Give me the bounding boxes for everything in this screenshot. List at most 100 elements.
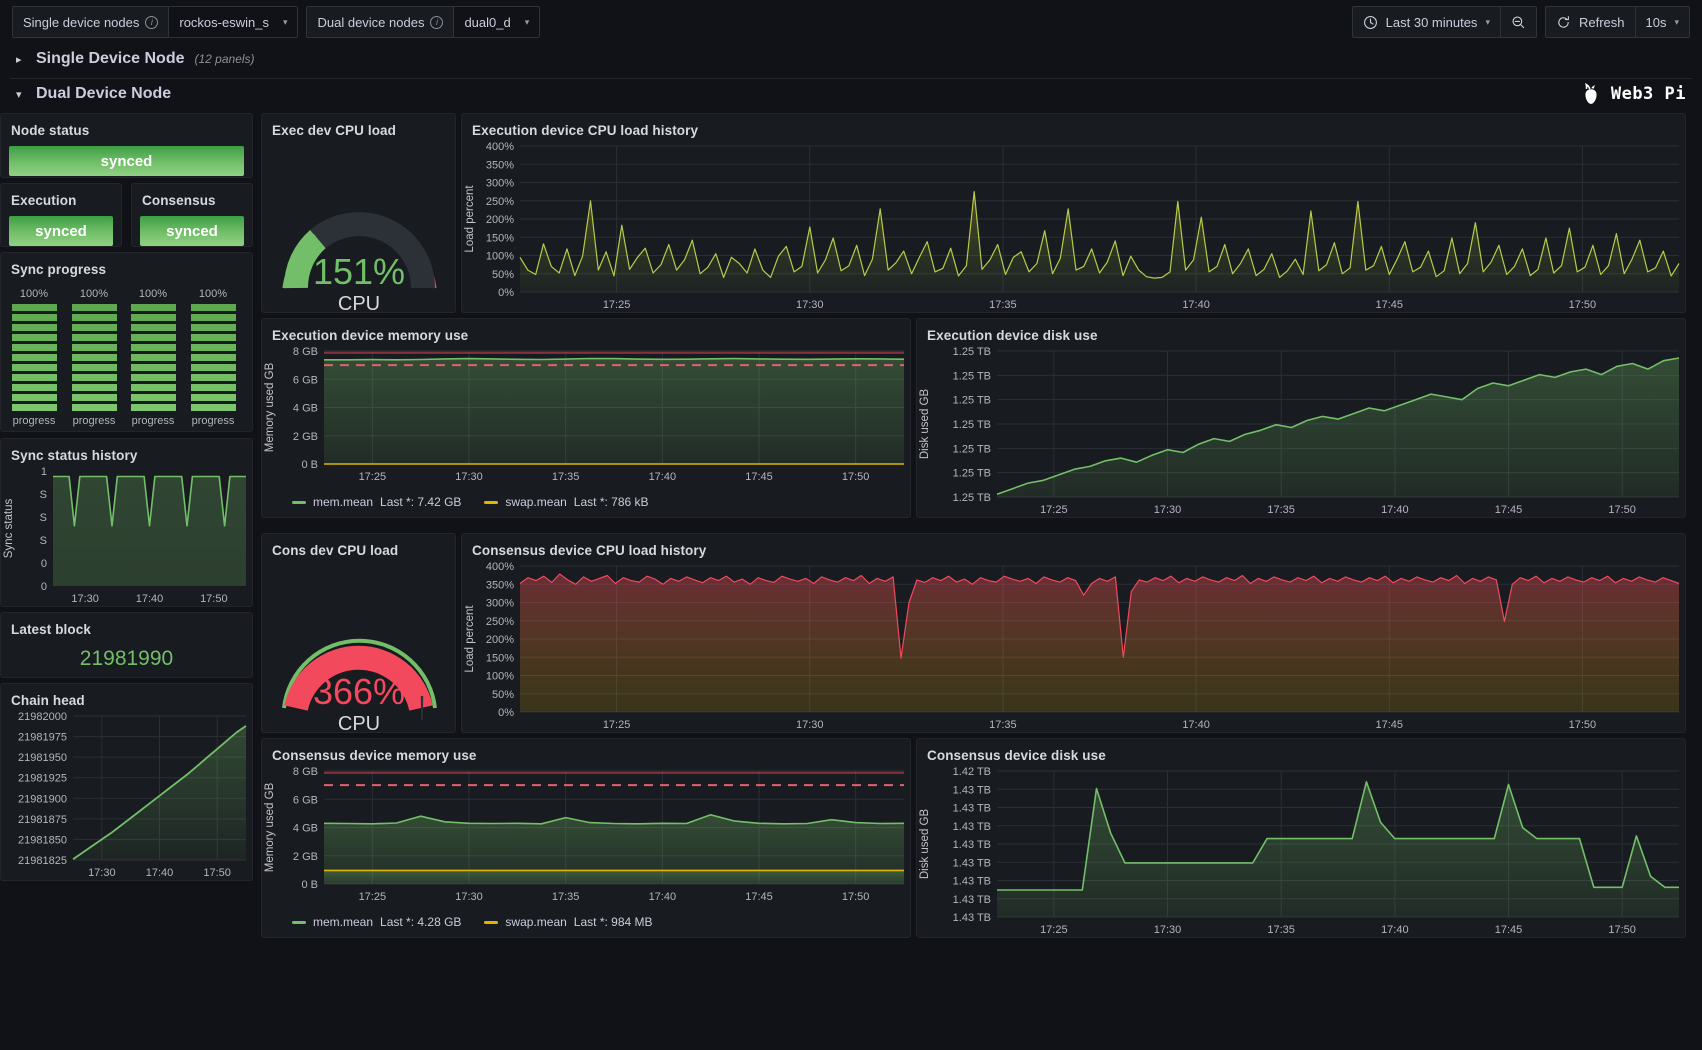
- legend-series-name: swap.mean: [505, 495, 566, 509]
- y-tick-label: 50%: [492, 689, 514, 701]
- x-tick-label: 17:35: [552, 471, 580, 483]
- bargauge-segments: [191, 304, 236, 411]
- clock-icon: [1363, 15, 1378, 30]
- x-tick-label: 17:45: [1375, 299, 1403, 311]
- legend-item[interactable]: mem.mean Last *: 7.42 GB: [292, 495, 461, 509]
- y-tick-label: 1.43 TB: [953, 803, 991, 815]
- y-tick-label: S: [40, 489, 47, 501]
- x-tick-label: 17:30: [88, 867, 116, 879]
- y-tick-label: 0: [41, 558, 47, 570]
- x-tick-label: 17:45: [745, 891, 773, 903]
- bargauge-name: progress: [73, 415, 116, 427]
- execution-status-value: synced: [9, 216, 113, 246]
- info-icon[interactable]: i: [145, 16, 158, 29]
- panel-exec-cpu-gauge: Exec dev CPU load 151% CPU: [261, 113, 456, 313]
- y-axis-label: Disk used GB: [919, 389, 931, 460]
- zoom-out-icon: [1511, 15, 1526, 30]
- bargauge-2: 100% progress: [131, 288, 176, 427]
- chevron-down-icon: ▾: [283, 17, 288, 28]
- panel-cons-memory: Consensus device memory use Memory used …: [261, 738, 911, 938]
- exec-cpu-history-chart: Load percent0%50%100%150%200%250%300%350…: [462, 138, 1687, 314]
- y-tick-label: 200%: [486, 634, 514, 646]
- row-panel-count: (12 panels): [195, 52, 255, 66]
- bargauge-value: 100%: [80, 288, 108, 300]
- series-area: [53, 477, 246, 587]
- y-tick-label: S: [40, 512, 47, 524]
- refresh-interval-picker[interactable]: 10s ▾: [1636, 7, 1690, 37]
- y-tick-label: 21981850: [18, 834, 67, 846]
- gauge-value: 151%: [313, 251, 405, 292]
- legend-swatch: [292, 501, 306, 504]
- legend-series-name: mem.mean: [313, 915, 373, 929]
- y-tick-label: 400%: [486, 141, 514, 153]
- x-tick-label: 17:25: [603, 299, 631, 311]
- panel-execution-status: Execution synced: [0, 183, 122, 247]
- x-tick-label: 17:35: [989, 719, 1017, 731]
- x-tick-label: 17:45: [1495, 504, 1523, 516]
- bargauge-value: 100%: [139, 288, 167, 300]
- panel-title: Consensus device disk use: [917, 739, 1685, 763]
- y-tick-label: 1.25 TB: [953, 370, 991, 382]
- y-tick-label: 0: [41, 581, 47, 593]
- row-header-dual-device-node[interactable]: ▾ Dual Device Node: [0, 79, 1702, 109]
- x-tick-label: 17:35: [552, 891, 580, 903]
- legend-swatch: [484, 921, 498, 924]
- y-tick-label: 1.43 TB: [953, 876, 991, 888]
- row-header-single-device-node[interactable]: ▸ Single Device Node (12 panels): [0, 44, 1702, 74]
- cons-cpu-gauge: 366% CPU: [262, 558, 457, 733]
- y-tick-label: 1.43 TB: [953, 912, 991, 924]
- panel-title: Sync progress: [1, 253, 252, 277]
- legend-item[interactable]: swap.mean Last *: 786 kB: [484, 495, 648, 509]
- y-tick-label: 1.25 TB: [953, 492, 991, 504]
- y-tick-label: 0 B: [301, 879, 318, 891]
- panel-title: Consensus device CPU load history: [462, 534, 1685, 558]
- y-tick-label: 1.43 TB: [953, 784, 991, 796]
- refresh-button[interactable]: Refresh: [1546, 7, 1635, 37]
- legend-swatch: [292, 921, 306, 924]
- y-tick-label: 4 GB: [293, 823, 318, 835]
- y-tick-label: 0%: [498, 287, 514, 299]
- panel-title: Sync status history: [1, 439, 252, 463]
- panel-sync-progress: Sync progress 100% progress 100%: [0, 252, 253, 432]
- time-range-picker[interactable]: Last 30 minutes ▾: [1353, 7, 1500, 37]
- dual-device-nodes-value: dual0_d: [464, 15, 510, 30]
- x-tick-label: 17:50: [203, 867, 231, 879]
- single-device-nodes-select[interactable]: rockos-eswin_s ▾: [169, 7, 297, 37]
- cons-memory-legend: mem.mean Last *: 4.28 GB swap.mean Last …: [262, 911, 910, 929]
- series-area: [324, 870, 904, 884]
- time-range-controls: Last 30 minutes ▾: [1352, 6, 1537, 38]
- info-icon[interactable]: i: [430, 16, 443, 29]
- refresh-label: Refresh: [1579, 15, 1625, 30]
- y-tick-label: 50%: [492, 269, 514, 281]
- y-tick-label: 6 GB: [293, 374, 318, 386]
- x-tick-label: 17:45: [745, 471, 773, 483]
- x-tick-label: 17:40: [136, 593, 164, 605]
- series-area: [520, 574, 1679, 712]
- single-device-nodes-variable[interactable]: Single device nodes i rockos-eswin_s ▾: [12, 6, 298, 38]
- x-tick-label: 17:40: [649, 471, 677, 483]
- y-tick-label: 350%: [486, 579, 514, 591]
- legend-item[interactable]: swap.mean Last *: 984 MB: [484, 915, 652, 929]
- legend-series-stat: Last *: 4.28 GB: [380, 915, 461, 929]
- y-tick-label: 4 GB: [293, 403, 318, 415]
- x-tick-label: 17:50: [1608, 924, 1636, 936]
- gauge-value: 366%: [313, 671, 405, 712]
- x-tick-label: 17:25: [1040, 504, 1068, 516]
- legend-series-name: swap.mean: [505, 915, 566, 929]
- dual-device-nodes-select[interactable]: dual0_d ▾: [454, 7, 539, 37]
- y-tick-label: 150%: [486, 232, 514, 244]
- y-axis-label: Load percent: [464, 185, 476, 253]
- legend-item[interactable]: mem.mean Last *: 4.28 GB: [292, 915, 461, 929]
- series-area: [997, 358, 1679, 497]
- bargauge-name: progress: [13, 415, 56, 427]
- x-tick-label: 17:30: [1154, 504, 1182, 516]
- dual-device-nodes-variable[interactable]: Dual device nodes i dual0_d ▾: [306, 6, 540, 38]
- zoom-out-time-range-button[interactable]: [1501, 7, 1536, 37]
- y-tick-label: 1.25 TB: [953, 395, 991, 407]
- legend-swatch: [484, 501, 498, 504]
- y-axis-label: Load percent: [464, 605, 476, 673]
- bargauge-1: 100% progress: [72, 288, 117, 427]
- panel-sync-status-history: Sync status history Sync status00SSS117:…: [0, 438, 253, 607]
- exec-memory-chart: Memory used GB0 B2 GB4 GB6 GB8 GB17:2517…: [262, 343, 912, 486]
- y-tick-label: 350%: [486, 159, 514, 171]
